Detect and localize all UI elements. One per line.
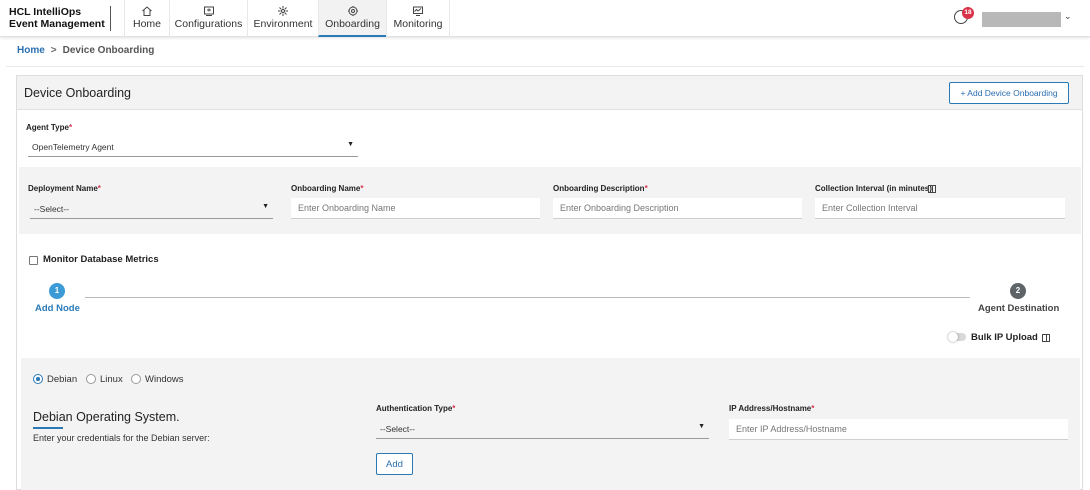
collection-interval-label: Collection Interval (in minutes) <box>815 184 932 193</box>
authentication-type-label: Authentication Type* <box>376 404 455 413</box>
step-1-indicator[interactable]: 1 <box>49 283 65 299</box>
chevron-down-icon[interactable]: ⌄ <box>1064 11 1072 22</box>
authentication-type-value: --Select-- <box>380 424 415 434</box>
required-mark: * <box>68 123 73 132</box>
onboarding-name-label: Onboarding Name* <box>291 184 363 193</box>
os-credentials-panel: Debian Linux Windows Debian Operating Sy… <box>21 358 1080 490</box>
os-section-subtitle: Enter your credentials for the Debian se… <box>33 433 210 443</box>
onboarding-name-label-text: Onboarding Name <box>291 184 361 193</box>
brand-line1: HCL IntelliOps <box>9 6 82 18</box>
breadcrumb-separator: > <box>50 45 57 56</box>
ip-address-input[interactable]: Enter IP Address/Hostname <box>729 419 1068 440</box>
radio-linux[interactable] <box>86 374 96 384</box>
card-header: Device Onboarding + Add Device Onboardin… <box>17 76 1082 110</box>
radio-windows-label: Windows <box>145 374 184 385</box>
radio-windows[interactable] <box>131 374 141 384</box>
breadcrumb-divider <box>6 66 1084 67</box>
breadcrumb: Home > Device Onboarding <box>17 45 154 56</box>
step-2-label: Agent Destination <box>978 303 1060 314</box>
onboarding-description-input[interactable]: Enter Onboarding Description <box>553 198 802 219</box>
required-mark: * <box>811 404 815 413</box>
add-device-onboarding-button[interactable]: + Add Device Onboarding <box>949 82 1069 104</box>
home-icon <box>142 6 152 16</box>
authentication-type-select[interactable]: --Select-- ▼ <box>376 419 709 439</box>
dropdown-caret-icon: ▼ <box>698 423 705 430</box>
agent-type-label-text: Agent Type <box>26 123 69 132</box>
radio-debian[interactable] <box>33 374 43 384</box>
user-menu[interactable] <box>982 12 1061 27</box>
tab-onboarding[interactable]: Onboarding <box>318 0 386 37</box>
top-navigation-bar: HCL IntelliOps Event Management Home Con… <box>0 0 1090 37</box>
monitoring-icon <box>413 6 423 16</box>
authentication-type-label-text: Authentication Type <box>376 404 453 413</box>
info-icon[interactable] <box>1042 334 1050 342</box>
tab-monitoring[interactable]: Monitoring <box>386 0 450 37</box>
onboarding-icon <box>347 6 358 16</box>
os-title-underline <box>33 427 63 429</box>
environment-icon <box>278 6 288 16</box>
info-icon[interactable] <box>928 185 936 193</box>
monitor-database-label: Monitor Database Metrics <box>43 254 159 265</box>
brand-line2: Event Management <box>9 18 105 30</box>
add-button[interactable]: Add <box>376 453 413 475</box>
tab-monitoring-label: Monitoring <box>393 18 443 30</box>
configurations-icon <box>203 6 214 16</box>
onboarding-description-label: Onboarding Description* <box>553 184 648 193</box>
tab-onboarding-label: Onboarding <box>325 18 380 30</box>
tab-environment-label: Environment <box>253 18 313 30</box>
breadcrumb-current: Device Onboarding <box>62 45 155 56</box>
step-2-indicator[interactable]: 2 <box>1010 283 1026 299</box>
tab-environment[interactable]: Environment <box>247 0 318 37</box>
radio-debian-label: Debian <box>47 374 78 385</box>
onboarding-name-input[interactable]: Enter Onboarding Name <box>291 198 540 219</box>
page-title: Device Onboarding <box>24 86 132 100</box>
device-onboarding-card: Device Onboarding + Add Device Onboardin… <box>16 75 1083 490</box>
bulk-ip-upload-toggle[interactable] <box>948 332 966 342</box>
ip-address-label: IP Address/Hostname* <box>729 404 814 413</box>
onboarding-description-label-text: Onboarding Description <box>553 184 645 193</box>
tab-configurations[interactable]: Configurations <box>169 0 247 37</box>
brand-logo[interactable]: HCL IntelliOps Event Management <box>9 6 111 31</box>
deployment-name-label-text: Deployment Name <box>28 184 98 193</box>
agent-type-label: Agent Type* <box>26 123 72 132</box>
os-section-title: Debian Operating System. <box>33 410 180 424</box>
required-mark: * <box>644 184 648 193</box>
stepper-connector <box>85 297 970 298</box>
notification-count-badge: 18 <box>962 7 974 19</box>
deployment-name-value: --Select-- <box>34 204 69 214</box>
ip-address-label-text: IP Address/Hostname <box>729 404 812 413</box>
agent-type-value: OpenTelemetry Agent <box>32 142 114 152</box>
tab-home-label: Home <box>132 18 161 30</box>
dropdown-caret-icon: ▼ <box>347 141 354 148</box>
required-mark: * <box>97 184 101 193</box>
required-mark: * <box>452 404 456 413</box>
radio-linux-label: Linux <box>100 374 123 385</box>
step-1-label: Add Node <box>35 303 80 314</box>
dropdown-caret-icon: ▼ <box>262 203 269 210</box>
required-mark: * <box>360 184 364 193</box>
tab-home[interactable]: Home <box>124 0 169 37</box>
breadcrumb-home-link[interactable]: Home <box>17 45 45 56</box>
collection-interval-input[interactable]: Enter Collection Interval <box>815 198 1065 219</box>
agent-type-select[interactable]: OpenTelemetry Agent ▼ <box>28 137 358 157</box>
tab-configurations-label: Configurations <box>174 18 243 30</box>
bulk-ip-upload-label: Bulk IP Upload <box>971 332 1038 343</box>
deployment-details-section: Deployment Name* --Select-- ▼ Onboarding… <box>19 167 1081 234</box>
monitor-database-checkbox[interactable] <box>29 256 38 265</box>
deployment-name-select[interactable]: --Select-- ▼ <box>30 199 273 219</box>
deployment-name-label: Deployment Name* <box>28 184 101 193</box>
